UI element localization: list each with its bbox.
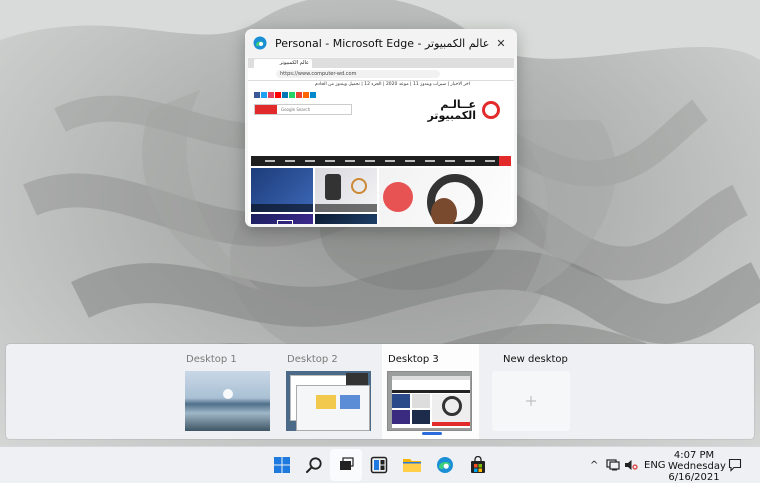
tray-overflow-chevron[interactable]: ^ [590, 447, 598, 483]
site-nav-bar [251, 156, 511, 166]
store-icon[interactable] [468, 455, 488, 475]
desktop-1[interactable]: Desktop 1 [180, 344, 277, 439]
site-header: Google Search عــالـم الكمبيوتر [248, 89, 514, 133]
widgets-icon[interactable] [369, 455, 389, 475]
taskbar: ^ ENG 4:07 PM Wednesday 6/16/2021 [0, 446, 760, 483]
desktop-thumbnail[interactable] [387, 371, 472, 431]
edge-icon [253, 36, 267, 50]
task-view-desktops-bar: Desktop 1 Desktop 2 Desktop 3 New deskto… [6, 344, 754, 439]
input-language-indicator[interactable]: ENG [644, 447, 666, 483]
desktop-3[interactable]: Desktop 3 [382, 344, 479, 439]
new-desktop[interactable]: New desktop [483, 344, 580, 439]
desktop-thumbnail[interactable] [185, 371, 270, 431]
file-explorer-icon[interactable] [402, 455, 422, 475]
clock-date: 6/16/2021 [668, 472, 720, 483]
site-logo-icon [482, 101, 500, 119]
network-icon[interactable] [606, 447, 620, 483]
start-icon[interactable] [272, 455, 292, 475]
desktop-label: Desktop 1 [186, 354, 237, 365]
plus-icon[interactable] [492, 371, 570, 431]
notification-icon[interactable] [728, 447, 742, 483]
site-logo-text: عــالـم الكمبيوتر [427, 98, 476, 122]
edge-icon[interactable] [435, 455, 455, 475]
close-icon[interactable]: ✕ [493, 35, 509, 51]
browser-thumbnail: عالم الكمبيوتر https://www.computer-wd.c… [248, 58, 514, 224]
site-article-grid [251, 168, 511, 224]
window-preview-titlebar[interactable]: Personal - Microsoft Edge - عالم الكمبيو… [245, 29, 517, 57]
desktop-label: Desktop 3 [388, 354, 439, 365]
article-tile [251, 168, 313, 212]
search-icon[interactable] [304, 455, 324, 475]
clock-day: Wednesday [668, 461, 726, 472]
article-tile [315, 214, 377, 224]
window-preview-edge[interactable]: Personal - Microsoft Edge - عالم الكمبيو… [245, 29, 517, 227]
clock-time: 4:07 PM [673, 450, 715, 461]
article-tile-featured [379, 168, 511, 224]
browser-tabstrip: عالم الكمبيوتر [248, 58, 514, 68]
volume-muted-icon[interactable] [624, 447, 638, 483]
task-view-icon[interactable] [330, 449, 362, 481]
browser-tab: عالم الكمبيوتر [254, 59, 312, 68]
site-search-box: Google Search [254, 104, 352, 115]
desktop-label: Desktop 2 [287, 354, 338, 365]
article-tile [315, 168, 377, 212]
active-desktop-indicator [422, 432, 442, 435]
window-title: Personal - Microsoft Edge - عالم الكمبيو… [275, 36, 490, 50]
new-desktop-label: New desktop [503, 354, 568, 365]
taskbar-clock[interactable]: 4:07 PM Wednesday 6/16/2021 [668, 450, 726, 483]
browser-address-bar: https://www.computer-wd.com [248, 68, 514, 81]
desktop-2[interactable]: Desktop 2 [281, 344, 378, 439]
social-icons [254, 92, 316, 98]
browser-url: https://www.computer-wd.com [276, 70, 440, 78]
article-tile [251, 214, 313, 224]
chevron-up-icon[interactable]: ^ [590, 460, 598, 471]
desktop-thumbnail[interactable] [286, 371, 371, 431]
